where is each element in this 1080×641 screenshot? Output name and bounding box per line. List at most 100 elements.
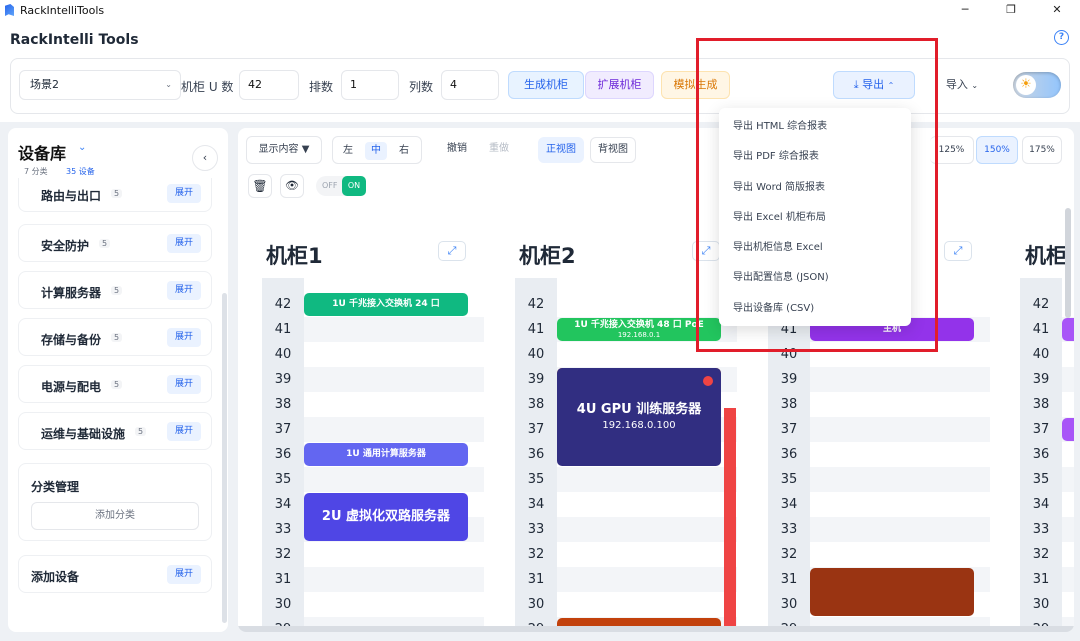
- align-left-button[interactable]: 左: [337, 142, 359, 160]
- maximize-button[interactable]: ❐: [988, 0, 1034, 20]
- scene-select[interactable]: 场景2 ⌄: [19, 70, 181, 100]
- category-expand-button[interactable]: 展开: [167, 422, 201, 441]
- rack-slot[interactable]: [810, 492, 990, 517]
- rack-slot[interactable]: [304, 592, 484, 617]
- rack-slot[interactable]: [304, 317, 484, 342]
- rack-slot[interactable]: [810, 517, 990, 542]
- export-menu-item[interactable]: 导出 HTML 综合报表: [719, 112, 911, 142]
- display-content-select[interactable]: 显示内容 ▼: [246, 136, 322, 164]
- rack-device[interactable]: 1U 千兆接入交换机 48 口 PoE 192.168.0.1: [557, 318, 721, 341]
- rack-slot[interactable]: [304, 467, 484, 492]
- zoom-125-button[interactable]: 125%: [930, 136, 974, 164]
- rack-device[interactable]: [810, 568, 974, 616]
- rack-slot[interactable]: [810, 417, 990, 442]
- rack-slot[interactable]: [810, 392, 990, 417]
- rack-slot[interactable]: [1062, 442, 1074, 467]
- rack-slot[interactable]: [304, 567, 484, 592]
- sidebar-scrollbar[interactable]: [222, 293, 227, 623]
- export-menu-item[interactable]: 导出 Word 简版报表: [719, 173, 911, 203]
- rack-slot[interactable]: [304, 342, 484, 367]
- rack-slot[interactable]: [557, 592, 737, 617]
- visibility-switch[interactable]: OFF ON: [316, 176, 366, 196]
- rack-slot[interactable]: [1062, 467, 1074, 492]
- extend-racks-button[interactable]: 扩展机柜: [585, 71, 654, 99]
- category-expand-button[interactable]: 展开: [167, 375, 201, 394]
- rack-slot[interactable]: [557, 492, 737, 517]
- rack-slot[interactable]: [557, 542, 737, 567]
- rack-slot[interactable]: [810, 342, 990, 367]
- rack-device[interactable]: [1062, 418, 1074, 441]
- category-item[interactable]: 存储与备份 5 展开: [18, 318, 212, 356]
- rack-slot[interactable]: [1062, 342, 1074, 367]
- close-button[interactable]: ✕: [1034, 0, 1080, 20]
- rows-input[interactable]: 1: [341, 70, 399, 100]
- front-view-button[interactable]: 正视图: [538, 137, 584, 163]
- category-item[interactable]: 计算服务器 5 展开: [18, 271, 212, 309]
- rack-u-input[interactable]: 42: [239, 70, 299, 100]
- export-menu-item[interactable]: 导出 Excel 机柜布局: [719, 203, 911, 233]
- rack-slot[interactable]: [810, 467, 990, 492]
- category-expand-button[interactable]: 展开: [167, 184, 201, 203]
- rack-slot[interactable]: [557, 467, 737, 492]
- back-view-button[interactable]: 背视图: [590, 137, 636, 163]
- expand-icon[interactable]: ⤢: [692, 241, 720, 261]
- rack-slot[interactable]: [1062, 567, 1074, 592]
- add-category-button[interactable]: 添加分类: [31, 502, 199, 530]
- rack-device[interactable]: 4U GPU 训练服务器 192.168.0.100: [557, 368, 721, 466]
- export-button[interactable]: ⤓ 导出 ⌃: [833, 71, 915, 99]
- category-item[interactable]: 运维与基础设施 5 展开: [18, 412, 212, 450]
- export-menu-item[interactable]: 导出配置信息 (JSON): [719, 263, 911, 293]
- redo-button[interactable]: 重做: [482, 137, 516, 163]
- rack-slot[interactable]: [304, 392, 484, 417]
- theme-toggle[interactable]: ☀: [1013, 72, 1061, 98]
- rack-slot[interactable]: [1062, 542, 1074, 567]
- rack-slot[interactable]: [304, 542, 484, 567]
- rack-slot[interactable]: [304, 367, 484, 392]
- rack-slot[interactable]: [304, 417, 484, 442]
- expand-icon[interactable]: ⤢: [944, 241, 972, 261]
- rack-slot[interactable]: [810, 542, 990, 567]
- align-right-button[interactable]: 右: [393, 142, 415, 160]
- chevron-down-icon[interactable]: ⌄: [78, 142, 86, 153]
- rack-slot[interactable]: [810, 442, 990, 467]
- rack-slot[interactable]: [557, 292, 737, 317]
- rack-slot[interactable]: [557, 342, 737, 367]
- rack-slot[interactable]: [557, 567, 737, 592]
- canvas-horizontal-scrollbar[interactable]: [238, 626, 1074, 632]
- expand-icon[interactable]: ⤢: [438, 241, 466, 261]
- eye-icon[interactable]: 👁: [280, 174, 304, 198]
- rack-slot[interactable]: [1062, 392, 1074, 417]
- category-item[interactable]: 路由与出口 5 展开: [18, 178, 212, 212]
- collapse-sidebar-button[interactable]: ‹: [192, 145, 218, 171]
- rack-slot[interactable]: [1062, 492, 1074, 517]
- rack-slot[interactable]: [810, 367, 990, 392]
- category-item[interactable]: 电源与配电 5 展开: [18, 365, 212, 403]
- rack-slot[interactable]: [1062, 517, 1074, 542]
- trash-icon[interactable]: 🗑: [248, 174, 272, 198]
- cols-input[interactable]: 4: [441, 70, 499, 100]
- generate-racks-button[interactable]: 生成机柜: [508, 71, 584, 99]
- category-item[interactable]: 安全防护 5 展开: [18, 224, 212, 262]
- rack-device[interactable]: 1U 千兆接入交换机 24 口: [304, 293, 468, 316]
- category-expand-button[interactable]: 展开: [167, 234, 201, 253]
- add-device-expand-button[interactable]: 展开: [167, 565, 201, 584]
- export-menu-item[interactable]: 导出 PDF 综合报表: [719, 142, 911, 172]
- category-expand-button[interactable]: 展开: [167, 281, 201, 300]
- canvas-vertical-scrollbar[interactable]: [1065, 208, 1071, 318]
- help-icon[interactable]: ?: [1054, 30, 1069, 45]
- category-expand-button[interactable]: 展开: [167, 328, 201, 347]
- align-center-button[interactable]: 中: [365, 142, 387, 160]
- zoom-150-button[interactable]: 150%: [976, 136, 1018, 164]
- undo-button[interactable]: 撤销: [440, 137, 474, 163]
- export-menu-item[interactable]: 导出机柜信息 Excel: [719, 233, 911, 263]
- rack-device[interactable]: 1U 通用计算服务器: [304, 443, 468, 466]
- import-button[interactable]: 导入 ⌄: [926, 71, 998, 99]
- simulate-generate-button[interactable]: 模拟生成: [661, 71, 730, 99]
- rack-slot[interactable]: [1062, 592, 1074, 617]
- rack-slot[interactable]: [1062, 367, 1074, 392]
- minimize-button[interactable]: ─: [942, 0, 988, 20]
- zoom-175-button[interactable]: 175%: [1022, 136, 1062, 164]
- rack-device[interactable]: [1062, 318, 1074, 341]
- rack-slot[interactable]: [557, 517, 737, 542]
- rack-device[interactable]: 2U 虚拟化双路服务器: [304, 493, 468, 541]
